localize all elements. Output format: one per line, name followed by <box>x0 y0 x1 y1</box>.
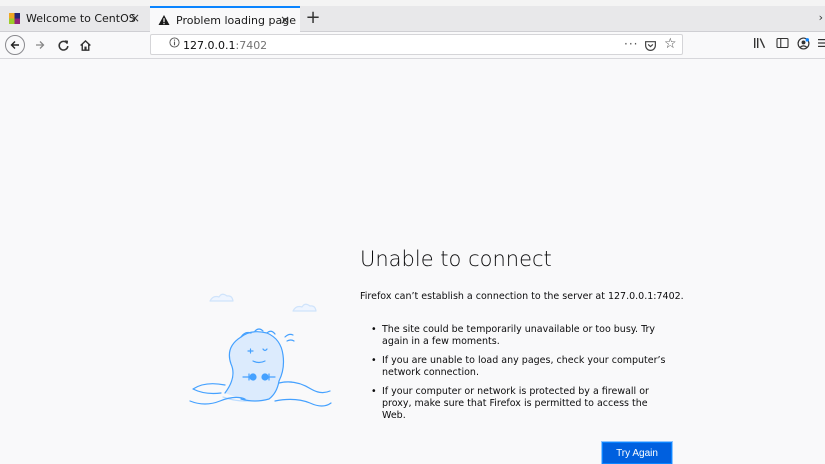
try-again-button[interactable]: Try Again <box>602 442 672 464</box>
menu-button[interactable] <box>818 37 825 52</box>
disconnected-dinosaur-illustration <box>189 293 332 407</box>
bullet-icon: • <box>371 386 377 397</box>
library-button[interactable] <box>753 37 766 52</box>
error-page: Unable to connect Firefox can’t establis… <box>0 59 825 464</box>
close-tab-icon[interactable]: × <box>278 13 292 27</box>
tab-problem-loading[interactable]: Problem loading page × <box>150 6 300 32</box>
bullet-icon: • <box>371 355 377 366</box>
bookmark-star-icon[interactable]: ☆ <box>664 36 677 52</box>
url-port: :7402 <box>235 39 268 52</box>
error-description: Firefox can’t establish a connection to … <box>360 291 684 302</box>
list-item: • If your computer or network is protecte… <box>370 386 670 422</box>
url-host: 127.0.0.1 <box>183 39 236 52</box>
site-info-icon[interactable] <box>169 37 180 51</box>
hamburger-menu-icon <box>818 39 825 47</box>
url-bar[interactable]: 127.0.0.1:7402 ··· ☆ <box>150 34 683 55</box>
page-actions-more-icon[interactable]: ··· <box>624 37 638 51</box>
back-button[interactable] <box>5 35 25 55</box>
library-icon <box>754 38 766 49</box>
home-icon <box>79 39 91 51</box>
error-title: Unable to connect <box>360 247 552 271</box>
warning-icon <box>157 13 171 27</box>
account-button[interactable] <box>797 37 810 53</box>
close-tab-icon[interactable]: × <box>128 11 142 25</box>
list-item-text: The site could be temporarily unavailabl… <box>382 324 656 347</box>
sidebar-button[interactable] <box>776 37 789 52</box>
home-button[interactable] <box>75 35 95 55</box>
list-item-text: If you are unable to load any pages, che… <box>382 355 666 378</box>
reload-button[interactable] <box>53 35 73 55</box>
tab-welcome-centos[interactable]: Welcome to CentOS × <box>0 6 150 31</box>
error-suggestions-list: • The site could be temporarily unavailab… <box>370 324 670 429</box>
bullet-icon: • <box>371 324 377 335</box>
forward-arrow-icon <box>36 41 45 49</box>
sidebar-icon <box>776 37 789 49</box>
list-item-text: If your computer or network is protected… <box>382 386 649 421</box>
tab-bar: Welcome to CentOS × Problem loading page… <box>0 6 825 32</box>
back-arrow-icon <box>10 41 19 49</box>
forward-button[interactable] <box>30 35 50 55</box>
centos-logo-icon <box>7 12 21 26</box>
list-item: • The site could be temporarily unavailab… <box>370 324 670 348</box>
pocket-icon[interactable] <box>644 37 658 51</box>
tab-label: Welcome to CentOS <box>26 12 136 25</box>
url-text[interactable]: 127.0.0.1:7402 <box>183 39 267 52</box>
new-tab-button[interactable]: + <box>303 7 323 29</box>
account-icon <box>797 37 810 50</box>
reload-icon <box>57 39 69 51</box>
tab-scroll-right-icon[interactable]: › <box>819 11 823 24</box>
list-item: • If you are unable to load any pages, ch… <box>370 355 670 379</box>
navigation-toolbar: 127.0.0.1:7402 ··· ☆ <box>0 32 825 59</box>
